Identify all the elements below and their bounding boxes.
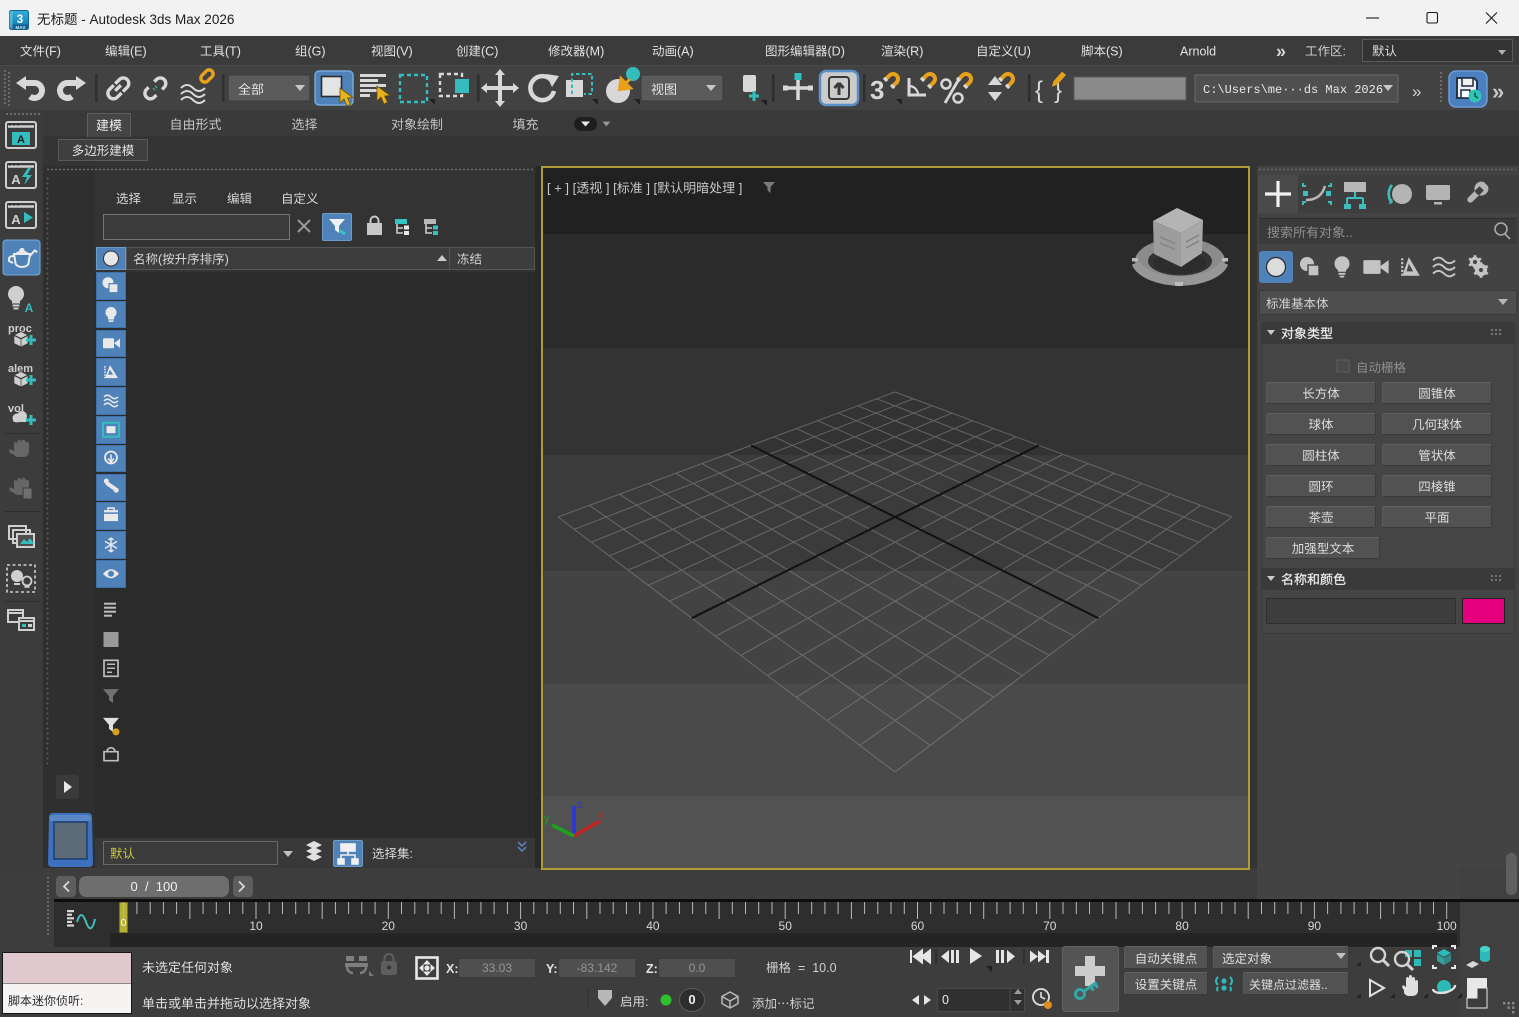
svg-text:y: y bbox=[544, 813, 550, 825]
svg-text:x: x bbox=[598, 809, 604, 821]
svg-text:]: ] bbox=[735, 181, 742, 196]
svg-text:] [: ] [ bbox=[643, 181, 658, 196]
svg-text:z: z bbox=[577, 799, 583, 811]
svg-text:[ + ] [: [ + ] [ bbox=[547, 181, 577, 196]
svg-text:] [: ] [ bbox=[602, 181, 617, 196]
svg-text:MAX: MAX bbox=[16, 25, 26, 30]
